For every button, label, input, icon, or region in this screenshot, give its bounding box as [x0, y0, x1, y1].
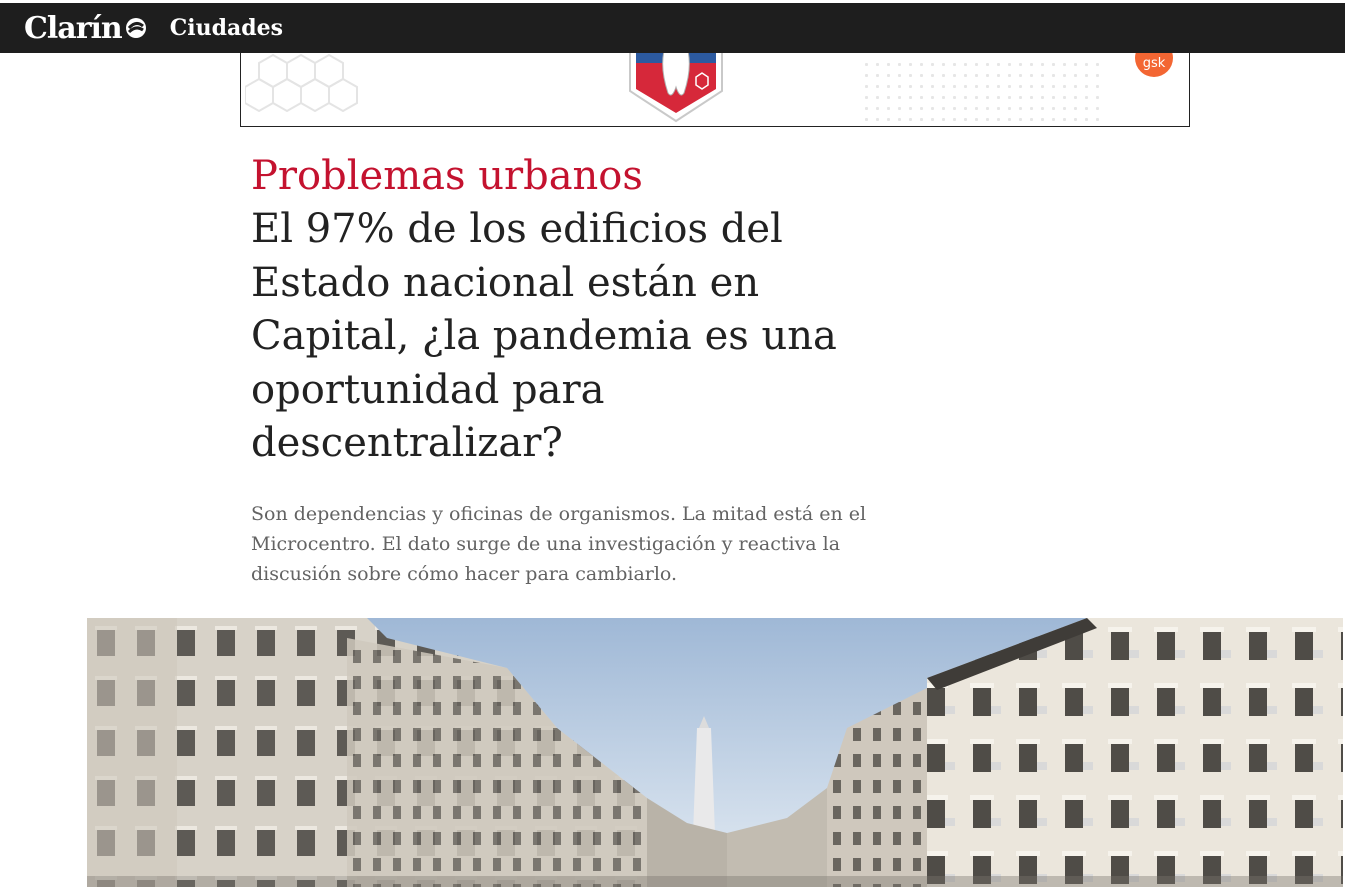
article-summary: Son dependencias y oficinas de organismo… — [251, 503, 867, 585]
advertisement-banner[interactable]: gsk — [240, 53, 1190, 127]
article-headline: El 97% de los edificios del Estado nacio… — [251, 206, 837, 466]
tooth-shield-graphic — [629, 53, 723, 123]
clarin-logo-icon — [125, 18, 146, 38]
dot-pattern-graphic — [861, 59, 1101, 121]
section-link-ciudades[interactable]: Ciudades — [170, 15, 283, 41]
clarin-logo[interactable]: Clarín — [24, 11, 148, 46]
street-photo-illustration — [87, 618, 1343, 887]
article-hero-image[interactable] — [87, 618, 1343, 887]
site-header: Clarín Ciudades — [0, 3, 1345, 53]
article-kicker: Problemas urbanos — [251, 153, 643, 199]
hexagon-pattern-graphic — [245, 53, 358, 113]
gsk-logo: gsk — [1135, 53, 1173, 77]
brand-name: Clarín — [24, 10, 123, 46]
